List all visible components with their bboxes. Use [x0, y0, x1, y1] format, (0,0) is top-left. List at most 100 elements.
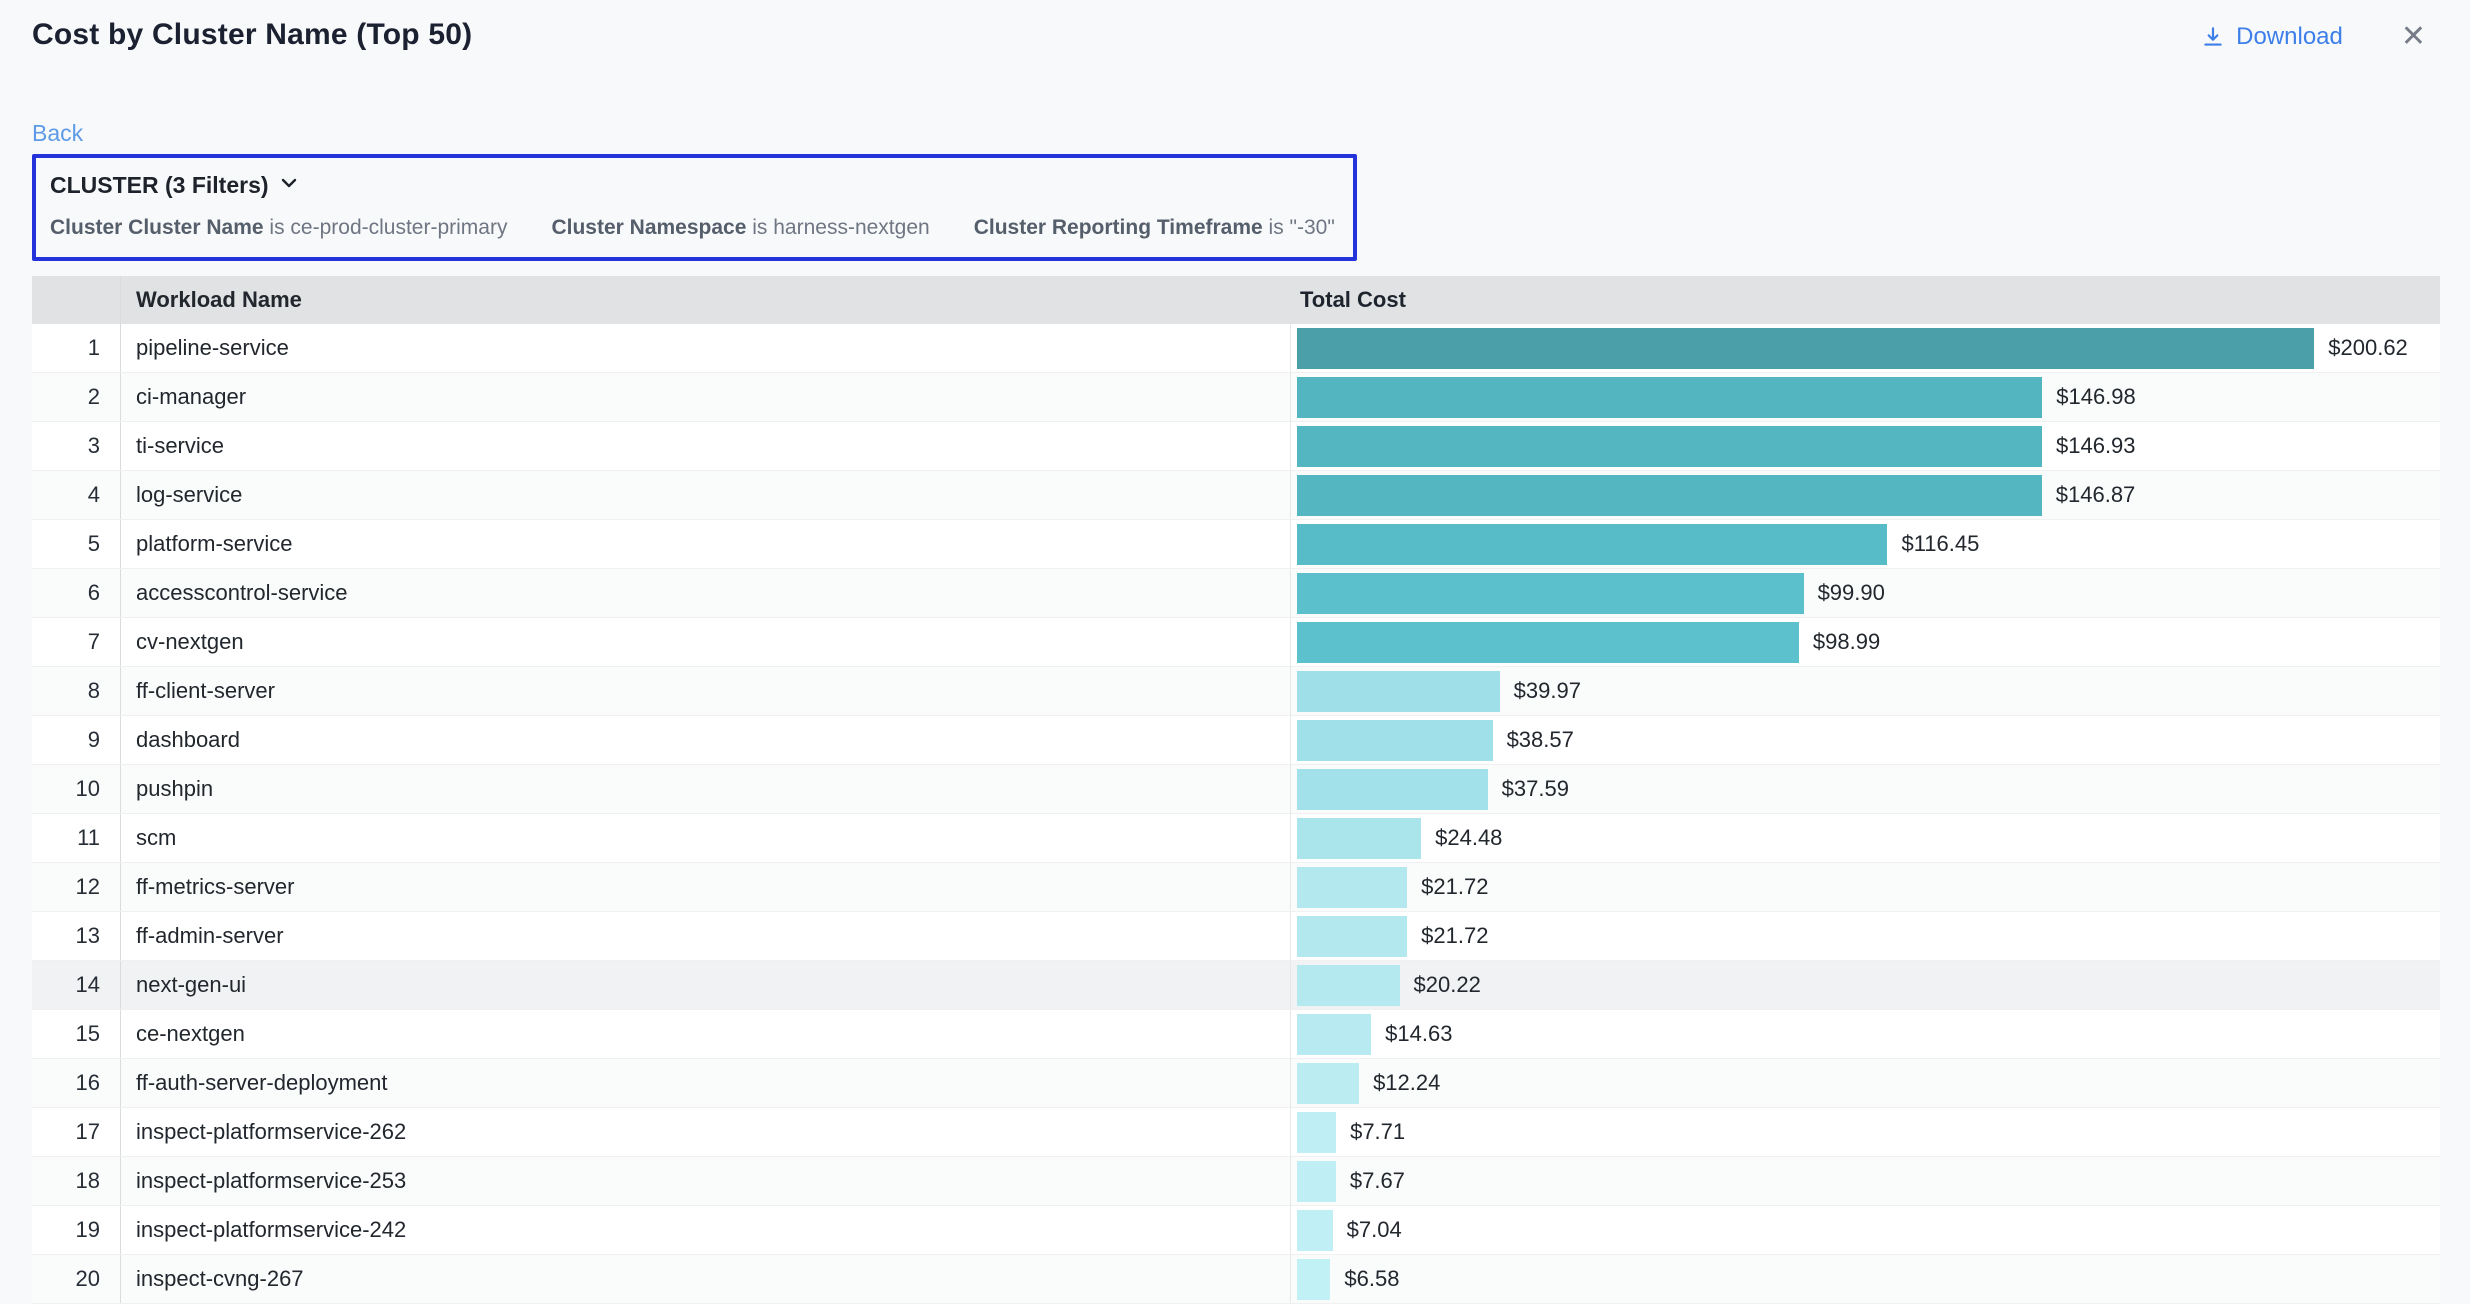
table-row[interactable]: 9 dashboard $38.57 [32, 716, 2440, 765]
row-rank: 2 [32, 373, 120, 421]
filter-chip[interactable]: Cluster Namespace is harness-nextgen [551, 215, 929, 241]
table-row[interactable]: 18 inspect-platformservice-253 $7.67 [32, 1157, 2440, 1206]
row-workload-name: pushpin [120, 765, 1290, 813]
table-row[interactable]: 12 ff-metrics-server $21.72 [32, 863, 2440, 912]
table-row[interactable]: 13 ff-admin-server $21.72 [32, 912, 2440, 961]
row-total-cost-cell: $146.87 [1290, 471, 2440, 519]
workload-name-column-header: Workload Name [120, 276, 1290, 324]
row-total-cost-cell: $24.48 [1290, 814, 2440, 862]
table-row[interactable]: 6 accesscontrol-service $99.90 [32, 569, 2440, 618]
row-rank: 12 [32, 863, 120, 911]
filter-chip[interactable]: Cluster Cluster Name is ce-prod-cluster-… [50, 215, 507, 241]
cost-value: $20.22 [1414, 972, 1481, 998]
table-row[interactable]: 17 inspect-platformservice-262 $7.71 [32, 1108, 2440, 1157]
row-total-cost-cell: $146.98 [1290, 373, 2440, 421]
active-filters-row: Cluster Cluster Name is ce-prod-cluster-… [50, 215, 1335, 241]
row-workload-name: inspect-platformservice-253 [120, 1157, 1290, 1205]
cost-bar [1297, 769, 1488, 810]
row-total-cost-cell: $146.93 [1290, 422, 2440, 470]
row-total-cost-cell: $20.22 [1290, 961, 2440, 1009]
row-total-cost-cell: $200.62 [1290, 324, 2440, 372]
close-icon[interactable]: ✕ [2401, 22, 2426, 52]
cost-value: $21.72 [1421, 923, 1488, 949]
cost-bar [1297, 328, 2314, 369]
cost-table: Workload Name Total Cost 1 pipeline-serv… [32, 276, 2440, 1304]
row-total-cost-cell: $12.24 [1290, 1059, 2440, 1107]
cost-value: $98.99 [1813, 629, 1880, 655]
header-actions: Download ✕ [2200, 18, 2440, 52]
row-total-cost-cell: $21.72 [1290, 912, 2440, 960]
cost-value: $39.97 [1514, 678, 1581, 704]
row-rank: 7 [32, 618, 120, 666]
row-rank: 9 [32, 716, 120, 764]
table-row[interactable]: 5 platform-service $116.45 [32, 520, 2440, 569]
cost-by-cluster-modal: Cost by Cluster Name (Top 50) Download ✕… [0, 0, 2470, 1304]
cost-bar [1297, 720, 1493, 761]
cost-bar [1297, 1210, 1333, 1251]
row-workload-name: pipeline-service [120, 324, 1290, 372]
row-workload-name: ff-admin-server [120, 912, 1290, 960]
filter-field-name: Cluster Cluster Name [50, 216, 264, 239]
filter-chip[interactable]: Cluster Reporting Timeframe is "-30" [974, 215, 1335, 241]
table-row[interactable]: 14 next-gen-ui $20.22 [32, 961, 2440, 1010]
cost-bar [1297, 475, 2042, 516]
row-workload-name: scm [120, 814, 1290, 862]
table-row[interactable]: 20 inspect-cvng-267 $6.58 [32, 1255, 2440, 1304]
cost-value: $12.24 [1373, 1070, 1440, 1096]
filter-condition: is ce-prod-cluster-primary [269, 216, 507, 239]
chevron-down-icon [279, 170, 299, 199]
table-row[interactable]: 3 ti-service $146.93 [32, 422, 2440, 471]
cost-bar [1297, 965, 1400, 1006]
row-workload-name: inspect-platformservice-262 [120, 1108, 1290, 1156]
cost-value: $146.87 [2056, 482, 2136, 508]
table-row[interactable]: 8 ff-client-server $39.97 [32, 667, 2440, 716]
row-workload-name: ff-metrics-server [120, 863, 1290, 911]
row-rank: 20 [32, 1255, 120, 1303]
row-rank: 18 [32, 1157, 120, 1205]
table-row[interactable]: 19 inspect-platformservice-242 $7.04 [32, 1206, 2440, 1255]
cost-bar [1297, 671, 1500, 712]
row-workload-name: log-service [120, 471, 1290, 519]
table-row[interactable]: 15 ce-nextgen $14.63 [32, 1010, 2440, 1059]
filter-condition: is harness-nextgen [752, 216, 929, 239]
cost-value: $7.67 [1350, 1168, 1405, 1194]
cost-value: $146.98 [2056, 384, 2136, 410]
table-body: 1 pipeline-service $200.62 2 ci-manager … [32, 324, 2440, 1304]
table-row[interactable]: 10 pushpin $37.59 [32, 765, 2440, 814]
row-rank: 19 [32, 1206, 120, 1254]
cost-bar [1297, 622, 1799, 663]
cost-bar [1297, 1063, 1359, 1104]
row-total-cost-cell: $21.72 [1290, 863, 2440, 911]
table-row[interactable]: 16 ff-auth-server-deployment $12.24 [32, 1059, 2440, 1108]
cost-bar [1297, 916, 1407, 957]
row-rank: 14 [32, 961, 120, 1009]
cost-value: $37.59 [1502, 776, 1569, 802]
download-button[interactable]: Download [2200, 23, 2343, 51]
cost-bar [1297, 524, 1887, 565]
cost-bar [1297, 377, 2042, 418]
row-total-cost-cell: $14.63 [1290, 1010, 2440, 1058]
row-rank: 11 [32, 814, 120, 862]
row-workload-name: ff-auth-server-deployment [120, 1059, 1290, 1107]
table-row[interactable]: 11 scm $24.48 [32, 814, 2440, 863]
row-workload-name: platform-service [120, 520, 1290, 568]
cost-bar [1297, 1259, 1330, 1300]
cost-bar [1297, 573, 1804, 614]
cost-value: $6.58 [1344, 1266, 1399, 1292]
table-row[interactable]: 7 cv-nextgen $98.99 [32, 618, 2440, 667]
row-rank: 16 [32, 1059, 120, 1107]
table-row[interactable]: 1 pipeline-service $200.62 [32, 324, 2440, 373]
cost-value: $99.90 [1818, 580, 1885, 606]
cost-bar [1297, 1014, 1371, 1055]
row-total-cost-cell: $37.59 [1290, 765, 2440, 813]
row-workload-name: cv-nextgen [120, 618, 1290, 666]
cost-value: $38.57 [1507, 727, 1574, 753]
row-rank: 1 [32, 324, 120, 372]
back-link[interactable]: Back [32, 120, 83, 147]
filter-summary-toggle[interactable]: CLUSTER (3 Filters) [50, 170, 1335, 199]
table-row[interactable]: 2 ci-manager $146.98 [32, 373, 2440, 422]
modal-header: Cost by Cluster Name (Top 50) Download ✕ [32, 0, 2440, 52]
cost-value: $7.04 [1347, 1217, 1402, 1243]
table-row[interactable]: 4 log-service $146.87 [32, 471, 2440, 520]
row-total-cost-cell: $116.45 [1290, 520, 2440, 568]
